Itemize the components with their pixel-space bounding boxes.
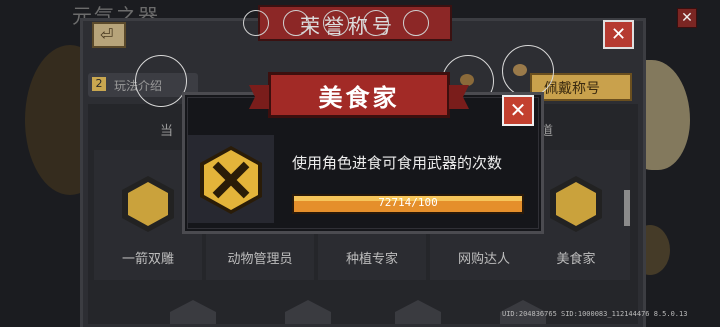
corner-close-button[interactable]: ✕ (677, 8, 697, 28)
equip-title-label: 佩戴称号 (544, 81, 600, 97)
title-cell-label: 动物管理员 (227, 252, 293, 267)
panel-close-button[interactable]: ✕ (603, 20, 634, 49)
branch-icon[interactable] (363, 10, 389, 36)
modal-description: 使用角色进食可食用武器的次数 (292, 154, 503, 172)
modal-title-banner: 美食家 (249, 72, 469, 118)
back-arrow-icon: ⏎ (100, 25, 114, 44)
modal-progress-bar: 72714/100 (292, 194, 524, 214)
title-cell-label: 美食家 (556, 252, 596, 267)
list-header-left: 当 (160, 124, 174, 139)
title-cell-label: 一箭双雕 (121, 252, 174, 267)
item-icon (513, 64, 527, 76)
item-icon (460, 74, 474, 86)
modal-title: 美食家 (318, 84, 400, 112)
touch-ring[interactable] (502, 45, 554, 97)
build-info: UID:204836765 SID:1000083_112144476 8.5.… (502, 310, 688, 318)
modal-close-button[interactable]: ✕ (502, 95, 534, 126)
title-badge-icon (122, 176, 174, 232)
touch-ring[interactable] (135, 55, 187, 107)
help-badge: 2 (92, 77, 106, 91)
herb-icon[interactable] (243, 10, 269, 36)
back-button[interactable]: ⏎ (92, 22, 126, 48)
leaf-icon[interactable] (323, 10, 349, 36)
title-cell-label: 种植专家 (345, 252, 398, 267)
mushroom-icon[interactable] (403, 10, 429, 36)
stick-icon[interactable] (283, 10, 309, 36)
scrollbar[interactable] (624, 190, 630, 226)
progress-text: 72714/100 (378, 196, 438, 209)
food-badge-icon (550, 176, 602, 232)
